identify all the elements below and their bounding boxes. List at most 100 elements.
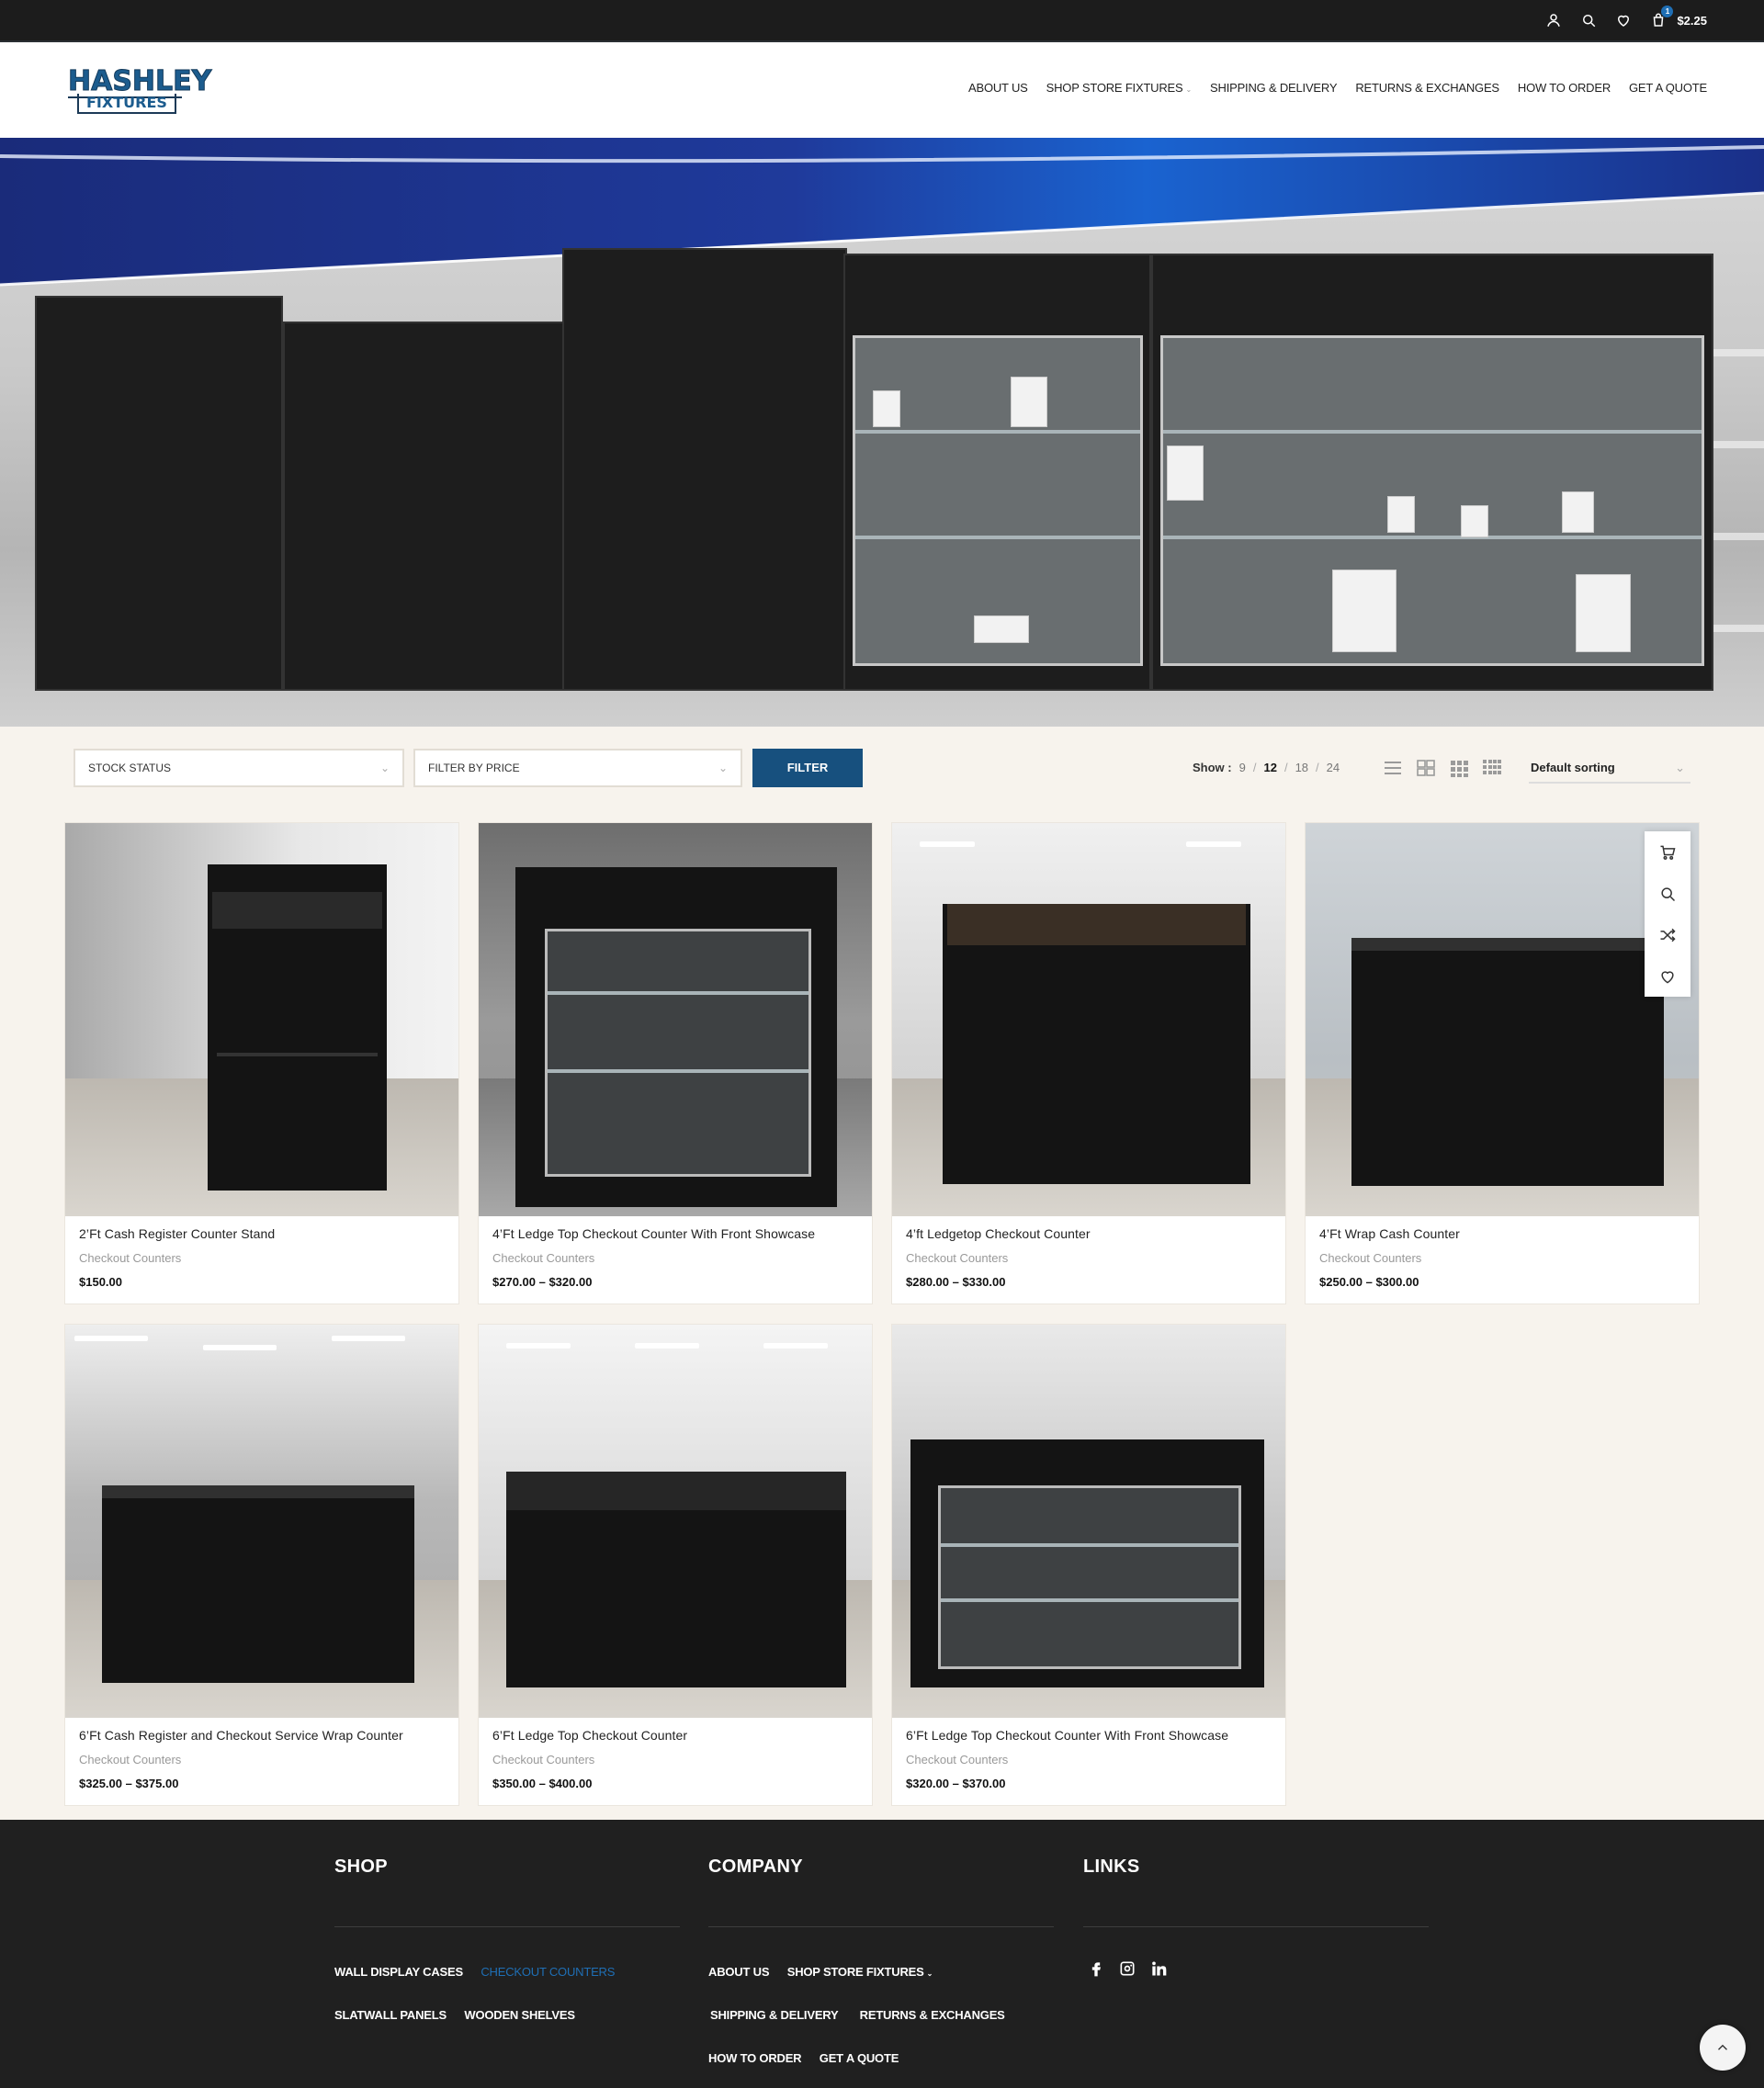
list-view-icon[interactable] (1383, 758, 1403, 778)
product-image[interactable] (892, 1325, 1285, 1718)
sorting-label: Default sorting (1531, 761, 1615, 774)
show-label: Show : (1193, 761, 1232, 774)
nav-shop-store-fixtures[interactable]: SHOP STORE FIXTURES ⌄ (1046, 81, 1193, 95)
nav-how-to-order[interactable]: HOW TO ORDER (1518, 81, 1611, 95)
footer-link-slatwall-panels[interactable]: SLATWALL PANELS (334, 2008, 447, 2022)
separator: / (1283, 761, 1288, 774)
product-category[interactable]: Checkout Counters (906, 1753, 1008, 1766)
product-title[interactable]: 4’Ft Ledge Top Checkout Counter With Fro… (492, 1226, 815, 1241)
product-category[interactable]: Checkout Counters (906, 1251, 1008, 1265)
search-icon[interactable] (1579, 11, 1598, 29)
footer-link-how-to-order[interactable]: HOW TO ORDER (708, 2051, 802, 2065)
footer-link-wooden-shelves[interactable]: WOODEN SHELVES (464, 2008, 575, 2022)
footer-company-heading: COMPANY (708, 1857, 803, 1877)
quick-view-search-icon[interactable] (1645, 873, 1690, 914)
product-counter-shape (1351, 938, 1664, 1186)
product-image[interactable] (1306, 823, 1699, 1216)
main-nav: ABOUT US SHOP STORE FIXTURES ⌄ SHIPPING &… (968, 81, 1707, 95)
nav-shipping-delivery[interactable]: SHIPPING & DELIVERY (1210, 81, 1337, 95)
stock-status-select[interactable]: STOCK STATUS ⌄ (74, 749, 404, 787)
hero-product-box (1332, 570, 1396, 652)
product-title[interactable]: 6’Ft Cash Register and Checkout Service … (79, 1728, 403, 1743)
nav-get-a-quote[interactable]: GET A QUOTE (1629, 81, 1707, 95)
footer-link-about-us[interactable]: ABOUT US (708, 1965, 769, 1979)
product-card[interactable]: 2’Ft Cash Register Counter Stand Checkou… (64, 822, 459, 1304)
product-title[interactable]: 4’ft Ledgetop Checkout Counter (906, 1226, 1091, 1241)
facebook-icon[interactable] (1087, 1959, 1105, 1978)
show-option-9[interactable]: 9 (1239, 761, 1246, 774)
site-header: HASHLEY FIXTURES ABOUT US SHOP STORE FIX… (0, 42, 1764, 138)
add-to-cart-icon[interactable] (1645, 831, 1690, 873)
compare-shuffle-icon[interactable] (1645, 914, 1690, 955)
footer-link-shipping-delivery[interactable]: SHIPPING & DELIVERY (710, 2008, 838, 2022)
footer-links-column: LINKS (1083, 1857, 1429, 1927)
hero-product-box (1167, 446, 1204, 501)
wishlist-heart-icon[interactable] (1645, 955, 1690, 997)
hero-product-box (974, 615, 1029, 643)
product-quick-actions (1645, 831, 1690, 997)
hero-counter-panel (562, 248, 847, 691)
grid-4-icon[interactable] (1482, 758, 1502, 778)
separator: / (1252, 761, 1257, 774)
footer-link-shop-store-fixtures-label: SHOP STORE FIXTURES (786, 1965, 924, 1979)
shop-toolbar: STOCK STATUS ⌄ FILTER BY PRICE ⌄ FILTER … (0, 727, 1764, 809)
hero-product-box (873, 390, 900, 427)
grid-3-icon[interactable] (1449, 758, 1469, 778)
product-image[interactable] (479, 823, 872, 1216)
product-price: $325.00 – $375.00 (79, 1777, 179, 1790)
product-category[interactable]: Checkout Counters (79, 1753, 181, 1766)
show-option-18[interactable]: 18 (1295, 761, 1308, 774)
product-category[interactable]: Checkout Counters (79, 1251, 181, 1265)
product-price: $350.00 – $400.00 (492, 1777, 593, 1790)
filter-button[interactable]: FILTER (752, 749, 863, 787)
footer-link-shop-store-fixtures[interactable]: SHOP STORE FIXTURES ⌄ (787, 1965, 933, 1979)
logo-line-1: HASHLEY (67, 65, 212, 97)
sorting-select[interactable]: Default sorting ⌄ (1529, 752, 1690, 784)
product-card[interactable]: 4’Ft Ledge Top Checkout Counter With Fro… (478, 822, 873, 1304)
footer-company-column: COMPANY (708, 1857, 1054, 1927)
footer-link-get-a-quote[interactable]: GET A QUOTE (820, 2051, 899, 2065)
footer-link-wall-display-cases[interactable]: WALL DISPLAY CASES (334, 1965, 463, 1979)
top-bar-icons: 1 $2.25 (1544, 6, 1707, 29)
product-image[interactable] (892, 823, 1285, 1216)
grid-view-switcher (1383, 758, 1502, 778)
footer-link-returns-exchanges[interactable]: RETURNS & EXCHANGES (860, 2008, 1005, 2022)
cart-total[interactable]: $2.25 (1677, 14, 1707, 28)
chevron-down-icon: ⌄ (379, 762, 390, 774)
instagram-icon[interactable] (1118, 1959, 1136, 1978)
product-card[interactable]: 4’Ft Wrap Cash Counter Checkout Counters… (1305, 822, 1700, 1304)
product-title[interactable]: 6’Ft Ledge Top Checkout Counter With Fro… (906, 1728, 1228, 1743)
product-title[interactable]: 4’Ft Wrap Cash Counter (1319, 1226, 1460, 1241)
product-image[interactable] (65, 1325, 458, 1718)
product-category[interactable]: Checkout Counters (1319, 1251, 1421, 1265)
product-title[interactable]: 6’Ft Ledge Top Checkout Counter (492, 1728, 687, 1743)
scroll-to-top-button[interactable] (1700, 2025, 1746, 2071)
product-image[interactable] (479, 1325, 872, 1718)
filter-by-price-select[interactable]: FILTER BY PRICE ⌄ (413, 749, 742, 787)
nav-about-us[interactable]: ABOUT US (968, 81, 1028, 95)
site-logo[interactable]: HASHLEY FIXTURES (66, 65, 212, 116)
grid-2-icon[interactable] (1416, 758, 1436, 778)
product-title[interactable]: 2’Ft Cash Register Counter Stand (79, 1226, 275, 1241)
hero-counter-panel (283, 322, 568, 691)
chevron-down-icon: ⌄ (1675, 761, 1685, 774)
product-card[interactable]: 6’Ft Ledge Top Checkout Counter Checkout… (478, 1324, 873, 1806)
linkedin-icon[interactable] (1149, 1959, 1168, 1978)
show-option-24[interactable]: 24 (1327, 761, 1340, 774)
products-per-page: Show : 9 / 12 / 18 / 24 (1193, 761, 1340, 774)
product-category[interactable]: Checkout Counters (492, 1753, 594, 1766)
cart-icon[interactable]: 1 (1649, 6, 1674, 29)
product-category[interactable]: Checkout Counters (492, 1251, 594, 1265)
show-option-12[interactable]: 12 (1263, 761, 1276, 774)
product-image[interactable] (65, 823, 458, 1216)
heart-icon[interactable] (1614, 11, 1633, 29)
footer-company-links-row-3: HOW TO ORDER GET A QUOTE (708, 2051, 899, 2065)
social-links (1087, 1959, 1168, 1978)
product-card[interactable]: 6’Ft Ledge Top Checkout Counter With Fro… (891, 1324, 1286, 1806)
nav-returns-exchanges[interactable]: RETURNS & EXCHANGES (1355, 81, 1499, 95)
footer-link-checkout-counters[interactable]: CHECKOUT COUNTERS (481, 1965, 615, 1979)
product-card[interactable]: 4’ft Ledgetop Checkout Counter Checkout … (891, 822, 1286, 1304)
product-card[interactable]: 6’Ft Cash Register and Checkout Service … (64, 1324, 459, 1806)
cart-count-badge: 1 (1661, 6, 1674, 17)
user-icon[interactable] (1544, 11, 1563, 29)
